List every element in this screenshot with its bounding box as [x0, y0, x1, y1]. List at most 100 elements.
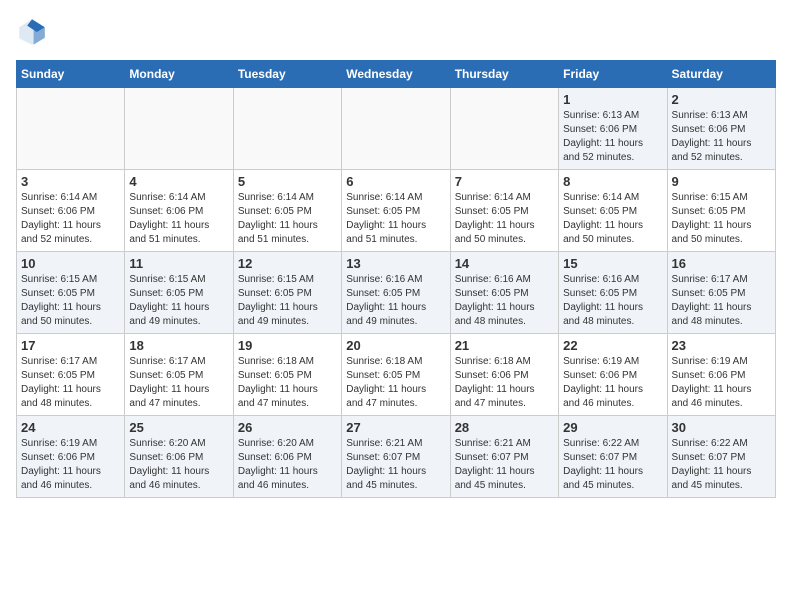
day-number: 4: [129, 174, 228, 189]
day-number: 7: [455, 174, 554, 189]
day-info: Sunrise: 6:19 AM Sunset: 6:06 PM Dayligh…: [563, 355, 662, 411]
calendar-cell: 27 Sunrise: 6:21 AM Sunset: 6:07 PM Dayli…: [342, 416, 450, 498]
day-info: Sunrise: 6:17 AM Sunset: 6:05 PM Dayligh…: [129, 355, 228, 411]
day-number: 18: [129, 338, 228, 353]
day-info: Sunrise: 6:18 AM Sunset: 6:05 PM Dayligh…: [238, 355, 337, 411]
day-number: 25: [129, 420, 228, 435]
day-number: 29: [563, 420, 662, 435]
day-number: 6: [346, 174, 445, 189]
day-number: 24: [21, 420, 120, 435]
day-info: Sunrise: 6:14 AM Sunset: 6:06 PM Dayligh…: [21, 191, 120, 247]
day-info: Sunrise: 6:15 AM Sunset: 6:05 PM Dayligh…: [21, 273, 120, 329]
day-number: 22: [563, 338, 662, 353]
day-number: 13: [346, 256, 445, 271]
weekday-header-friday: Friday: [559, 61, 667, 88]
day-number: 9: [672, 174, 771, 189]
calendar-cell: 25 Sunrise: 6:20 AM Sunset: 6:06 PM Dayli…: [125, 416, 233, 498]
day-number: 26: [238, 420, 337, 435]
day-number: 28: [455, 420, 554, 435]
calendar-cell: 30 Sunrise: 6:22 AM Sunset: 6:07 PM Dayli…: [667, 416, 775, 498]
calendar-cell: 28 Sunrise: 6:21 AM Sunset: 6:07 PM Dayli…: [450, 416, 558, 498]
day-number: 23: [672, 338, 771, 353]
day-info: Sunrise: 6:17 AM Sunset: 6:05 PM Dayligh…: [21, 355, 120, 411]
calendar-cell: [17, 88, 125, 170]
day-number: 21: [455, 338, 554, 353]
day-number: 8: [563, 174, 662, 189]
day-info: Sunrise: 6:15 AM Sunset: 6:05 PM Dayligh…: [238, 273, 337, 329]
day-info: Sunrise: 6:15 AM Sunset: 6:05 PM Dayligh…: [672, 191, 771, 247]
logo-icon: [16, 16, 48, 48]
day-info: Sunrise: 6:21 AM Sunset: 6:07 PM Dayligh…: [346, 437, 445, 493]
calendar-cell: 11 Sunrise: 6:15 AM Sunset: 6:05 PM Dayli…: [125, 252, 233, 334]
weekday-header-saturday: Saturday: [667, 61, 775, 88]
weekday-header-wednesday: Wednesday: [342, 61, 450, 88]
calendar-cell: 4 Sunrise: 6:14 AM Sunset: 6:06 PM Daylig…: [125, 170, 233, 252]
day-number: 15: [563, 256, 662, 271]
day-info: Sunrise: 6:20 AM Sunset: 6:06 PM Dayligh…: [238, 437, 337, 493]
calendar-cell: 8 Sunrise: 6:14 AM Sunset: 6:05 PM Daylig…: [559, 170, 667, 252]
day-number: 30: [672, 420, 771, 435]
day-info: Sunrise: 6:21 AM Sunset: 6:07 PM Dayligh…: [455, 437, 554, 493]
day-number: 3: [21, 174, 120, 189]
calendar-cell: [233, 88, 341, 170]
calendar-cell: 15 Sunrise: 6:16 AM Sunset: 6:05 PM Dayli…: [559, 252, 667, 334]
weekday-header-tuesday: Tuesday: [233, 61, 341, 88]
calendar-cell: 10 Sunrise: 6:15 AM Sunset: 6:05 PM Dayli…: [17, 252, 125, 334]
day-number: 2: [672, 92, 771, 107]
day-info: Sunrise: 6:19 AM Sunset: 6:06 PM Dayligh…: [21, 437, 120, 493]
day-info: Sunrise: 6:18 AM Sunset: 6:05 PM Dayligh…: [346, 355, 445, 411]
calendar-cell: 26 Sunrise: 6:20 AM Sunset: 6:06 PM Dayli…: [233, 416, 341, 498]
calendar-cell: 24 Sunrise: 6:19 AM Sunset: 6:06 PM Dayli…: [17, 416, 125, 498]
day-info: Sunrise: 6:16 AM Sunset: 6:05 PM Dayligh…: [563, 273, 662, 329]
day-info: Sunrise: 6:16 AM Sunset: 6:05 PM Dayligh…: [346, 273, 445, 329]
weekday-header-thursday: Thursday: [450, 61, 558, 88]
calendar-cell: [125, 88, 233, 170]
day-info: Sunrise: 6:17 AM Sunset: 6:05 PM Dayligh…: [672, 273, 771, 329]
day-number: 10: [21, 256, 120, 271]
calendar-table: SundayMondayTuesdayWednesdayThursdayFrid…: [16, 60, 776, 498]
calendar-cell: 21 Sunrise: 6:18 AM Sunset: 6:06 PM Dayli…: [450, 334, 558, 416]
day-number: 5: [238, 174, 337, 189]
day-info: Sunrise: 6:14 AM Sunset: 6:05 PM Dayligh…: [238, 191, 337, 247]
day-number: 11: [129, 256, 228, 271]
day-number: 14: [455, 256, 554, 271]
day-info: Sunrise: 6:13 AM Sunset: 6:06 PM Dayligh…: [563, 109, 662, 165]
day-info: Sunrise: 6:15 AM Sunset: 6:05 PM Dayligh…: [129, 273, 228, 329]
calendar-cell: 1 Sunrise: 6:13 AM Sunset: 6:06 PM Daylig…: [559, 88, 667, 170]
day-info: Sunrise: 6:14 AM Sunset: 6:06 PM Dayligh…: [129, 191, 228, 247]
calendar-cell: 14 Sunrise: 6:16 AM Sunset: 6:05 PM Dayli…: [450, 252, 558, 334]
calendar-cell: 29 Sunrise: 6:22 AM Sunset: 6:07 PM Dayli…: [559, 416, 667, 498]
calendar-cell: 3 Sunrise: 6:14 AM Sunset: 6:06 PM Daylig…: [17, 170, 125, 252]
day-info: Sunrise: 6:14 AM Sunset: 6:05 PM Dayligh…: [346, 191, 445, 247]
calendar-cell: 20 Sunrise: 6:18 AM Sunset: 6:05 PM Dayli…: [342, 334, 450, 416]
calendar-cell: [450, 88, 558, 170]
calendar-cell: [342, 88, 450, 170]
calendar-cell: 16 Sunrise: 6:17 AM Sunset: 6:05 PM Dayli…: [667, 252, 775, 334]
day-info: Sunrise: 6:22 AM Sunset: 6:07 PM Dayligh…: [563, 437, 662, 493]
day-number: 1: [563, 92, 662, 107]
day-info: Sunrise: 6:19 AM Sunset: 6:06 PM Dayligh…: [672, 355, 771, 411]
calendar-cell: 23 Sunrise: 6:19 AM Sunset: 6:06 PM Dayli…: [667, 334, 775, 416]
calendar-cell: 19 Sunrise: 6:18 AM Sunset: 6:05 PM Dayli…: [233, 334, 341, 416]
day-number: 20: [346, 338, 445, 353]
day-number: 17: [21, 338, 120, 353]
day-number: 16: [672, 256, 771, 271]
calendar-cell: 17 Sunrise: 6:17 AM Sunset: 6:05 PM Dayli…: [17, 334, 125, 416]
calendar-cell: 13 Sunrise: 6:16 AM Sunset: 6:05 PM Dayli…: [342, 252, 450, 334]
day-info: Sunrise: 6:14 AM Sunset: 6:05 PM Dayligh…: [455, 191, 554, 247]
day-info: Sunrise: 6:20 AM Sunset: 6:06 PM Dayligh…: [129, 437, 228, 493]
calendar-cell: 18 Sunrise: 6:17 AM Sunset: 6:05 PM Dayli…: [125, 334, 233, 416]
calendar-cell: 6 Sunrise: 6:14 AM Sunset: 6:05 PM Daylig…: [342, 170, 450, 252]
day-info: Sunrise: 6:16 AM Sunset: 6:05 PM Dayligh…: [455, 273, 554, 329]
calendar-cell: 12Sunrise: 6:15 AM Sunset: 6:05 PM Dayli…: [233, 252, 341, 334]
day-number: 19: [238, 338, 337, 353]
day-info: Sunrise: 6:22 AM Sunset: 6:07 PM Dayligh…: [672, 437, 771, 493]
calendar-cell: 5 Sunrise: 6:14 AM Sunset: 6:05 PM Daylig…: [233, 170, 341, 252]
page-header: [16, 16, 776, 48]
day-number: 27: [346, 420, 445, 435]
weekday-header-sunday: Sunday: [17, 61, 125, 88]
calendar-cell: 22 Sunrise: 6:19 AM Sunset: 6:06 PM Dayli…: [559, 334, 667, 416]
day-info: Sunrise: 6:18 AM Sunset: 6:06 PM Dayligh…: [455, 355, 554, 411]
day-info: Sunrise: 6:14 AM Sunset: 6:05 PM Dayligh…: [563, 191, 662, 247]
day-info: Sunrise: 6:13 AM Sunset: 6:06 PM Dayligh…: [672, 109, 771, 165]
